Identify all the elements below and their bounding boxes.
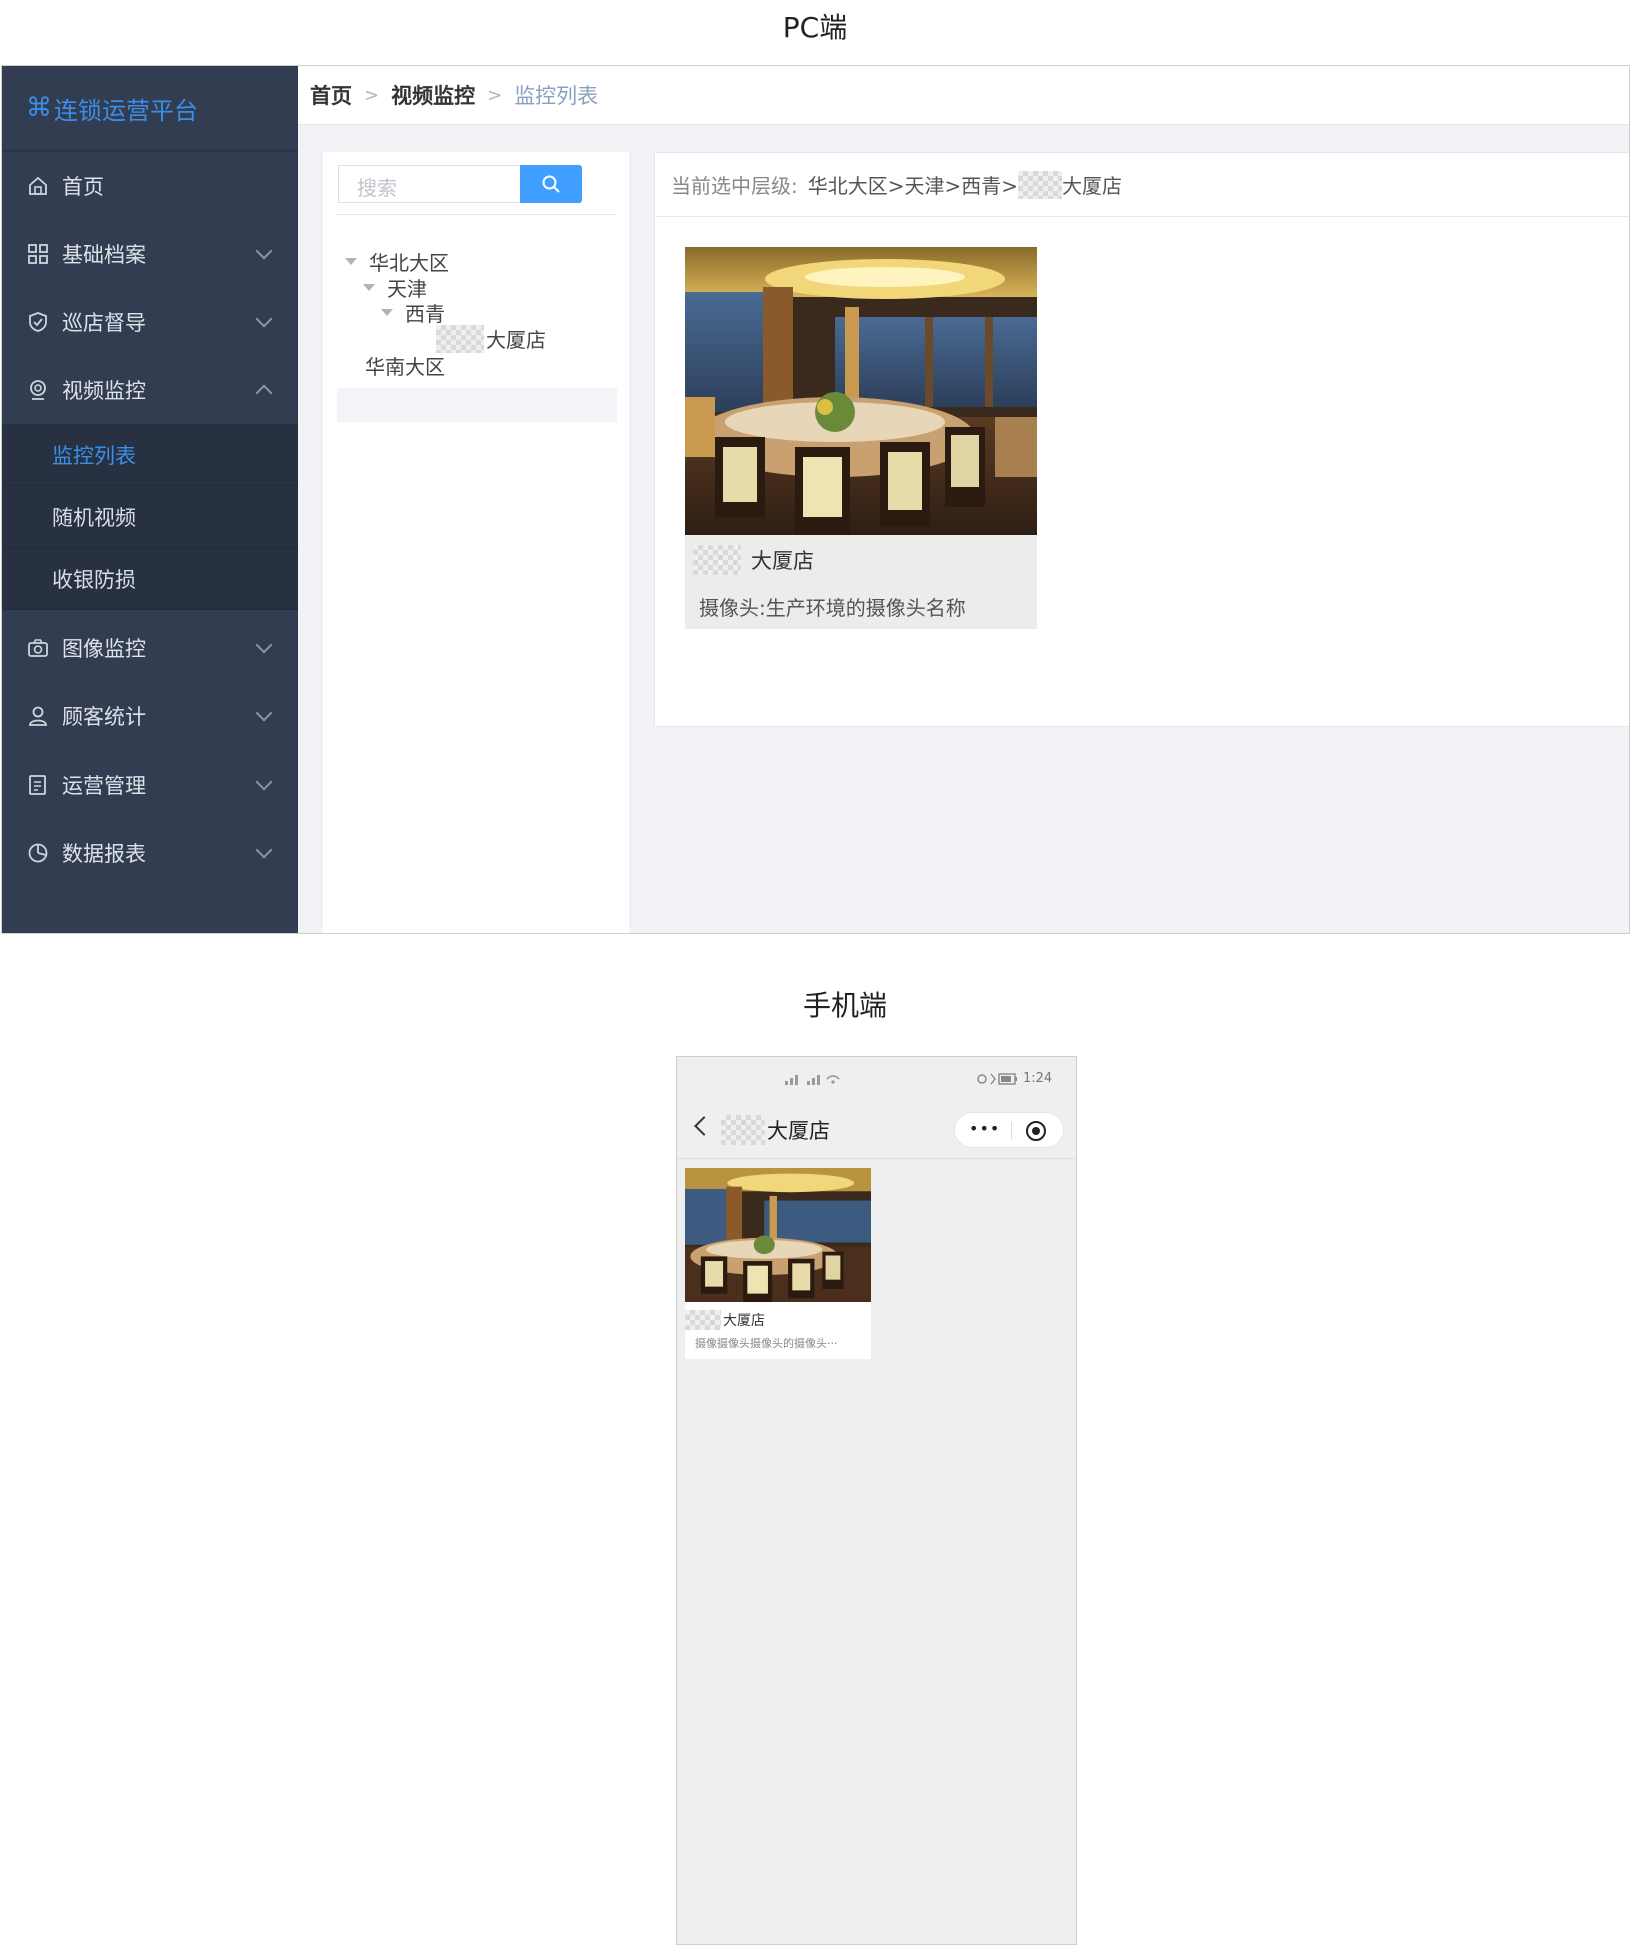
sidebar-subitem-monitor-list[interactable]: 监控列表 — [2, 424, 298, 486]
camera-icon — [26, 378, 50, 402]
redacted-mosaic — [436, 324, 484, 353]
divider — [335, 214, 617, 215]
mobile-card-title: 大厦店 — [685, 1310, 765, 1330]
breadcrumb-home[interactable]: 首页 — [310, 80, 352, 110]
mobile-page-title: 大厦店 — [721, 1115, 830, 1145]
search-button[interactable] — [520, 165, 582, 203]
chevron-up-icon — [255, 384, 273, 402]
mobile-title-text: 大厦店 — [767, 1119, 830, 1143]
clipboard-icon — [26, 773, 50, 797]
redacted-mosaic — [1018, 170, 1063, 199]
sidebar-item-label: 图像监控 — [62, 637, 146, 661]
sidebar-subitem-cashier-loss[interactable]: 收银防损 — [2, 548, 298, 610]
content-panel: 当前选中层级: 华北大区>天津>西青> 大厦店 大厦店 摄像头:生产环境的摄像头… — [654, 152, 1629, 727]
sidebar-item-reports[interactable]: 数据报表 — [2, 819, 298, 887]
grid-icon — [26, 242, 50, 266]
tree-panel: 搜索 华北大区 天津 西青 大厦店 华南大区 — [323, 152, 629, 933]
back-arrow-icon[interactable] — [694, 1116, 714, 1136]
sidebar-item-home[interactable]: 首页 — [2, 152, 298, 220]
expand-arrow-icon — [345, 258, 357, 265]
status-bar: 1:24 — [677, 1057, 1076, 1101]
signal-icon — [785, 1075, 840, 1085]
sidebar-item-image-monitor[interactable]: 图像监控 — [2, 614, 298, 682]
chevron-down-icon — [255, 704, 273, 722]
breadcrumb-separator: > — [364, 84, 380, 106]
tree-node-label: 西青 — [405, 302, 445, 326]
sidebar-item-archives[interactable]: 基础档案 — [2, 220, 298, 288]
tree-node-label: 华南大区 — [365, 355, 445, 379]
shield-icon — [26, 310, 50, 334]
pc-window: ⌘ 连锁运营平台 首页 基础档案 巡店督导 视频监控 监控列表 随机视频 收银防… — [1, 65, 1630, 934]
pc-caption: PC端 — [782, 11, 848, 44]
close-target-icon[interactable] — [1025, 1120, 1047, 1142]
chevron-down-icon — [255, 310, 273, 328]
sidebar-item-label: 数据报表 — [62, 842, 146, 866]
mobile-camera-desc: 摄像摄像头摄像头的摄像头··· — [695, 1337, 838, 1350]
logo-icon: ⌘ — [26, 93, 52, 123]
sidebar-item-label: 基础档案 — [62, 243, 146, 267]
mobile-caption: 手机端 — [802, 989, 887, 1022]
tree-node-xiqing[interactable]: 西青 — [381, 298, 445, 327]
mobile-nav-bar: 大厦店 ••• — [677, 1101, 1076, 1159]
more-icon[interactable]: ••• — [969, 1119, 1000, 1138]
redacted-mosaic — [693, 545, 741, 575]
user-icon — [26, 704, 50, 728]
battery-icon — [977, 1073, 1017, 1085]
redacted-mosaic — [721, 1115, 765, 1145]
app-logo[interactable]: ⌘ 连锁运营平台 — [2, 66, 298, 152]
sidebar-item-customer-stats[interactable]: 顾客统计 — [2, 682, 298, 750]
expand-arrow-icon — [363, 284, 375, 291]
path-value-prefix: 华北大区>天津>西青> — [807, 174, 1019, 198]
sidebar-item-label: 运营管理 — [62, 774, 146, 798]
sidebar-item-video[interactable]: 视频监控 — [2, 356, 298, 424]
sidebar-item-operations[interactable]: 运营管理 — [2, 751, 298, 819]
mobile-camera-thumbnail[interactable] — [685, 1168, 871, 1302]
breadcrumb-video-monitor[interactable]: 视频监控 — [391, 80, 475, 110]
sidebar-subitem-random-video[interactable]: 随机视频 — [2, 486, 298, 548]
sidebar-item-label: 首页 — [62, 175, 104, 199]
home-icon — [26, 174, 50, 198]
sidebar-item-inspection[interactable]: 巡店督导 — [2, 288, 298, 356]
redacted-mosaic — [685, 1310, 721, 1330]
app-title: 连锁运营平台 — [54, 96, 198, 125]
chevron-down-icon — [255, 242, 273, 260]
expand-arrow-icon — [381, 309, 393, 316]
search-input[interactable]: 搜索 — [338, 165, 520, 203]
sidebar-item-label: 顾客统计 — [62, 705, 146, 729]
sidebar: ⌘ 连锁运营平台 首页 基础档案 巡店督导 视频监控 监控列表 随机视频 收银防… — [2, 66, 298, 933]
tree-node-label: 大厦店 — [486, 328, 546, 352]
store-name: 大厦店 — [751, 549, 814, 573]
selected-level-path: 当前选中层级: 华北大区>天津>西青> 大厦店 — [655, 153, 1629, 217]
pie-chart-icon — [26, 841, 50, 865]
chevron-down-icon — [255, 636, 273, 654]
chevron-down-icon — [255, 841, 273, 859]
camera-card[interactable]: 大厦店 摄像头:生产环境的摄像头名称 — [685, 247, 1037, 629]
tree-node-selected-bg — [337, 388, 617, 422]
breadcrumb-separator: > — [487, 84, 503, 106]
path-label: 当前选中层级: — [671, 174, 798, 198]
camera-thumbnail[interactable] — [685, 247, 1037, 535]
breadcrumb-current: 监控列表 — [514, 84, 599, 108]
tree-node-north-china[interactable]: 华北大区 — [345, 247, 449, 276]
photo-camera-icon — [26, 636, 50, 660]
breadcrumb: 首页 > 视频监控 > 监控列表 — [298, 66, 1629, 125]
mobile-camera-card[interactable]: 大厦店 摄像摄像头摄像头的摄像头··· — [685, 1168, 871, 1359]
tree-node-store[interactable]: 大厦店 — [436, 324, 546, 353]
tree-node-label: 华北大区 — [369, 251, 449, 275]
status-time: 1:24 — [1023, 1071, 1053, 1086]
mini-program-capsule: ••• — [954, 1112, 1064, 1148]
path-value-suffix: 大厦店 — [1062, 174, 1123, 198]
sidebar-item-label: 视频监控 — [62, 379, 146, 403]
camera-name: 摄像头:生产环境的摄像头名称 — [699, 596, 966, 620]
sidebar-item-label: 巡店督导 — [62, 311, 146, 335]
tree-node-south-china[interactable]: 华南大区 — [365, 351, 445, 380]
mobile-window: 1:24 大厦店 ••• 大厦店 摄像摄像头摄像头的摄像头··· — [676, 1056, 1077, 1945]
mobile-store-name: 大厦店 — [723, 1313, 765, 1329]
capsule-divider — [1011, 1122, 1012, 1140]
search-icon — [542, 175, 560, 193]
chevron-down-icon — [255, 773, 273, 791]
camera-card-title: 大厦店 — [693, 545, 814, 575]
